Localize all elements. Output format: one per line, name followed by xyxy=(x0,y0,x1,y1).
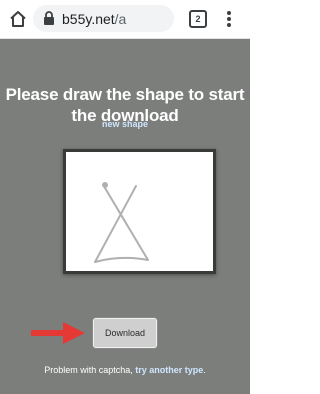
captcha-period: . xyxy=(203,365,206,375)
tabs-icon[interactable]: 2 xyxy=(189,10,207,28)
new-shape-link[interactable]: new shape xyxy=(0,119,250,129)
url-path: /a xyxy=(114,11,127,27)
drawing-canvas[interactable] xyxy=(63,149,216,274)
captcha-help-text: Problem with captcha, try another type. xyxy=(0,365,250,375)
home-icon[interactable] xyxy=(8,9,28,29)
overflow-menu-icon[interactable] xyxy=(224,9,234,29)
page-content: Please draw the shape to start the downl… xyxy=(0,39,250,394)
url-text: b55y.net/a xyxy=(62,11,126,27)
url-domain: b55y.net xyxy=(62,11,115,27)
address-bar[interactable]: b55y.net/a xyxy=(33,5,174,32)
lock-icon xyxy=(44,11,54,25)
red-arrow-icon xyxy=(31,322,85,344)
page-title-line1: Please draw the shape to start xyxy=(5,85,245,104)
captcha-text: Problem with captcha, xyxy=(44,365,133,375)
try-another-type-link[interactable]: try another type xyxy=(135,365,203,375)
shape-hint-drawing xyxy=(94,182,149,263)
browser-toolbar: b55y.net/a 2 xyxy=(0,0,250,39)
download-button[interactable]: Download xyxy=(93,318,157,348)
